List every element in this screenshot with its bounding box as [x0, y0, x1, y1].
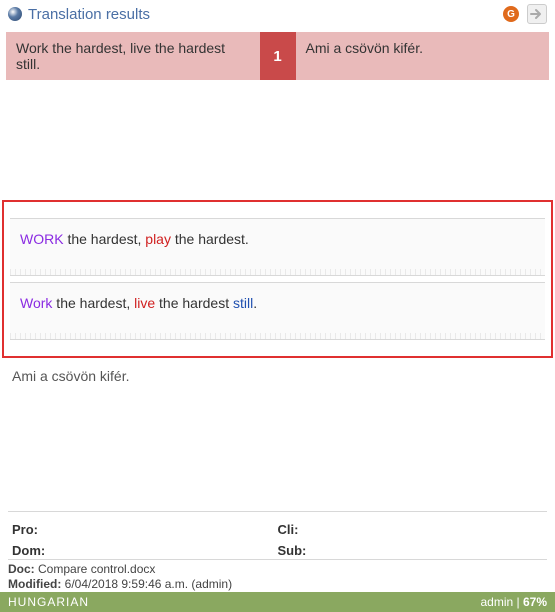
- highlight-frame: WORK the hardest, play the hardest. Work…: [2, 200, 553, 358]
- dom-label: Dom:: [12, 543, 45, 558]
- status-user: admin: [480, 595, 513, 609]
- token: ,: [126, 295, 134, 311]
- segment-1-text: WORK the hardest, play the hardest.: [20, 231, 249, 247]
- token: the hardest: [171, 231, 245, 247]
- token: still: [233, 295, 253, 311]
- arrow-right-icon: [530, 8, 544, 20]
- token: the hardest: [64, 231, 138, 247]
- tm-match-row[interactable]: Work the hardest, live the hardest still…: [6, 32, 549, 80]
- doc-label: Doc:: [8, 562, 35, 576]
- meta-col-left: Pro: Dom:: [12, 522, 278, 564]
- sub-label: Sub:: [278, 543, 307, 558]
- cli-label: Cli:: [278, 522, 299, 537]
- token: live: [134, 295, 155, 311]
- status-bar: HUNGARIAN admin | 67%: [0, 592, 555, 612]
- doc-value: Compare control.docx: [35, 562, 156, 576]
- segment-1[interactable]: WORK the hardest, play the hardest.: [10, 218, 545, 276]
- token: the hardest: [155, 295, 233, 311]
- match-source-text: Work the hardest, live the hardest still…: [6, 32, 260, 80]
- token: .: [245, 231, 249, 247]
- status-right: admin | 67%: [480, 595, 547, 609]
- blank-area: [0, 90, 555, 200]
- header-bar: Translation results G: [0, 0, 555, 28]
- pro-label: Pro:: [12, 522, 38, 537]
- token: .: [253, 295, 257, 311]
- match-target-text: Ami a csövön kifér.: [296, 32, 550, 80]
- header-title: Translation results: [28, 6, 150, 23]
- segment-2-divider: [10, 333, 545, 339]
- token: Work: [20, 295, 52, 311]
- modified-value: 6/04/2018 9:59:46 a.m. (admin): [61, 577, 232, 591]
- modified-label: Modified:: [8, 577, 61, 591]
- match-score-badge: 1: [260, 32, 296, 80]
- status-sep: |: [513, 595, 523, 609]
- g-icon: G: [503, 6, 519, 22]
- segment-1-divider: [10, 269, 545, 275]
- meta-col-right: Cli: Sub:: [278, 522, 544, 564]
- target-text: Ami a csövön kifér.: [0, 358, 555, 394]
- segment-2[interactable]: Work the hardest, live the hardest still…: [10, 282, 545, 340]
- status-language: HUNGARIAN: [8, 595, 480, 609]
- doc-info: Doc: Compare control.docx Modified: 6/04…: [8, 559, 547, 592]
- token: WORK: [20, 231, 64, 247]
- refresh-button[interactable]: G: [501, 4, 521, 24]
- globe-icon: [8, 7, 22, 21]
- segment-2-text: Work the hardest, live the hardest still…: [20, 295, 257, 311]
- metadata-panel: Pro: Dom: Cli: Sub:: [8, 511, 547, 564]
- status-percent: 67%: [523, 595, 547, 609]
- token: play: [145, 231, 171, 247]
- next-button[interactable]: [527, 4, 547, 24]
- token: the hardest: [52, 295, 126, 311]
